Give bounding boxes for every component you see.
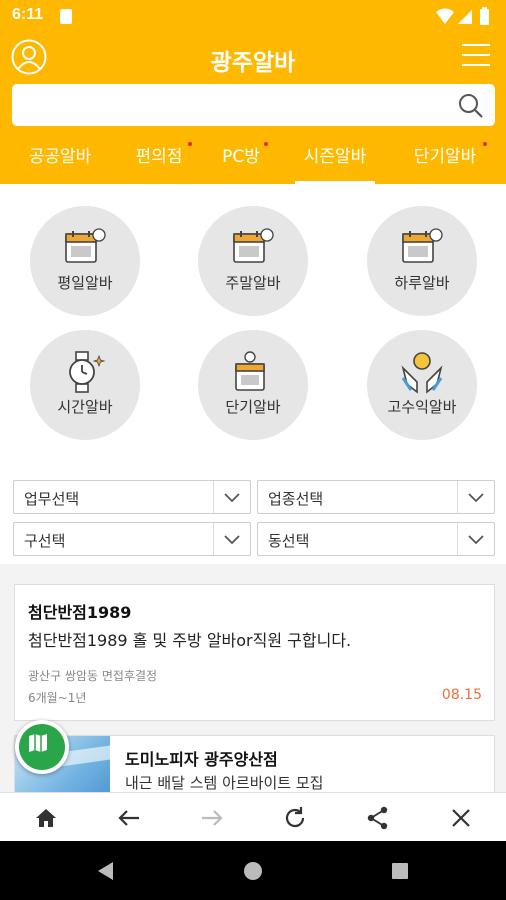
watch-icon <box>69 351 106 393</box>
listing-period: 6개월~1년 <box>28 691 87 705</box>
hamburger-menu-icon[interactable] <box>462 44 490 68</box>
listing-company: 도미노피자 광주양산점 <box>125 750 278 769</box>
category-hourly[interactable]: 시간알바 <box>30 330 140 440</box>
listing-company: 첨단반점1989 <box>28 603 132 622</box>
category-label: 단기알바 <box>225 398 281 416</box>
chevron-down-icon <box>224 535 240 545</box>
close-icon[interactable] <box>448 805 474 831</box>
category-oneday[interactable]: 하루알바 <box>367 206 477 316</box>
search-box <box>12 84 495 126</box>
status-bar: 6:11 <box>0 0 506 34</box>
select-value: 업무선택 <box>24 490 80 508</box>
select-value: 업종선택 <box>268 490 324 508</box>
oneday-calendar-icon <box>402 228 443 263</box>
short-term-calendar-icon <box>235 351 265 391</box>
job-category-grid: 평일알바 주말알바 하루알바 시간알바 단기알바 고수익알바 <box>0 184 506 464</box>
new-dot <box>483 142 487 146</box>
category-label: 하루알바 <box>394 274 450 292</box>
new-dot <box>188 142 192 146</box>
category-short-term[interactable]: 단기알바 <box>198 330 308 440</box>
category-high-income[interactable]: 고수익알바 <box>367 330 477 440</box>
category-weekday[interactable]: 평일알바 <box>30 206 140 316</box>
tab-short-term[interactable]: 단기알바 <box>408 140 487 184</box>
select-divider <box>457 523 458 555</box>
signal-icon <box>458 10 472 24</box>
select-divider <box>457 481 458 513</box>
job-listing-card[interactable]: 도미노피자 광주양산점 내근 배달 스템 아르바이트 모집 <box>14 735 495 795</box>
category-label: 주말알바 <box>225 274 281 292</box>
industry-select[interactable]: 업종선택 <box>257 480 495 514</box>
listing-title: 첨단반점1989 홀 및 주방 알바or직원 구합니다. <box>28 631 352 650</box>
select-divider <box>213 523 214 555</box>
job-select[interactable]: 업무선택 <box>13 480 251 514</box>
system-nav-bar <box>0 841 506 900</box>
weekend-calendar-icon <box>233 228 274 263</box>
search-input[interactable] <box>12 84 452 126</box>
browser-toolbar <box>0 792 506 841</box>
category-label: 평일알바 <box>57 274 113 292</box>
select-value: 구선택 <box>24 532 66 550</box>
tab-label: 시즌알바 <box>303 147 367 167</box>
category-weekend[interactable]: 주말알바 <box>198 206 308 316</box>
listing-title: 내근 배달 스템 아르바이트 모집 <box>125 774 324 792</box>
app-title: 광주알바 <box>210 50 296 76</box>
listing-location: 광산구 쌍암동 면접후결정 <box>28 669 158 683</box>
category-label: 시간알바 <box>57 398 113 416</box>
map-icon <box>29 734 47 752</box>
chevron-down-icon <box>224 493 240 503</box>
home-icon[interactable] <box>33 805 59 831</box>
tab-pc-room[interactable]: PC방 <box>219 140 268 184</box>
status-icons <box>436 7 489 25</box>
select-value: 동선택 <box>268 532 310 550</box>
share-icon[interactable] <box>365 805 391 831</box>
tab-seasonal[interactable]: 시즌알바 <box>295 140 375 184</box>
neighborhood-select[interactable]: 동선택 <box>257 522 495 556</box>
tab-convenience-store[interactable]: 편의점 <box>131 140 192 184</box>
tab-label: 공공알바 <box>28 147 92 167</box>
forward-arrow-icon[interactable] <box>199 805 225 831</box>
nav-home-icon[interactable] <box>242 860 264 882</box>
category-tabs: 공공알바 편의점 PC방 시즌알바 단기알바 <box>0 140 506 184</box>
sd-card-icon <box>60 9 72 24</box>
status-time: 6:11 <box>12 6 44 23</box>
category-label: 고수익알바 <box>387 398 457 416</box>
tab-public[interactable]: 공공알바 <box>22 140 98 184</box>
tab-label: 단기알바 <box>413 147 477 167</box>
chevron-down-icon <box>468 535 484 545</box>
battery-icon <box>480 7 489 25</box>
map-button[interactable] <box>15 720 69 774</box>
search-icon[interactable] <box>457 92 485 120</box>
nav-recents-icon[interactable] <box>389 860 411 882</box>
chevron-down-icon <box>468 493 484 503</box>
money-hands-icon <box>401 352 443 394</box>
refresh-icon[interactable] <box>282 805 308 831</box>
new-dot <box>264 142 268 146</box>
tab-label: 편의점 <box>135 147 183 167</box>
tab-label: PC방 <box>222 147 260 167</box>
filter-panel: 업무선택 업종선택 구선택 동선택 <box>0 464 506 564</box>
district-select[interactable]: 구선택 <box>13 522 251 556</box>
wifi-icon <box>436 8 454 24</box>
listing-date: 08.15 <box>441 687 482 703</box>
select-divider <box>213 481 214 513</box>
weekday-calendar-icon <box>65 228 106 263</box>
app-header: 광주알바 공공알바 편의점 PC방 시즌알바 단기알바 <box>0 34 506 184</box>
nav-back-icon[interactable] <box>95 860 117 882</box>
back-arrow-icon[interactable] <box>116 805 142 831</box>
job-listing-card[interactable]: 첨단반점1989 첨단반점1989 홀 및 주방 알바or직원 구합니다. 광산… <box>14 584 495 721</box>
